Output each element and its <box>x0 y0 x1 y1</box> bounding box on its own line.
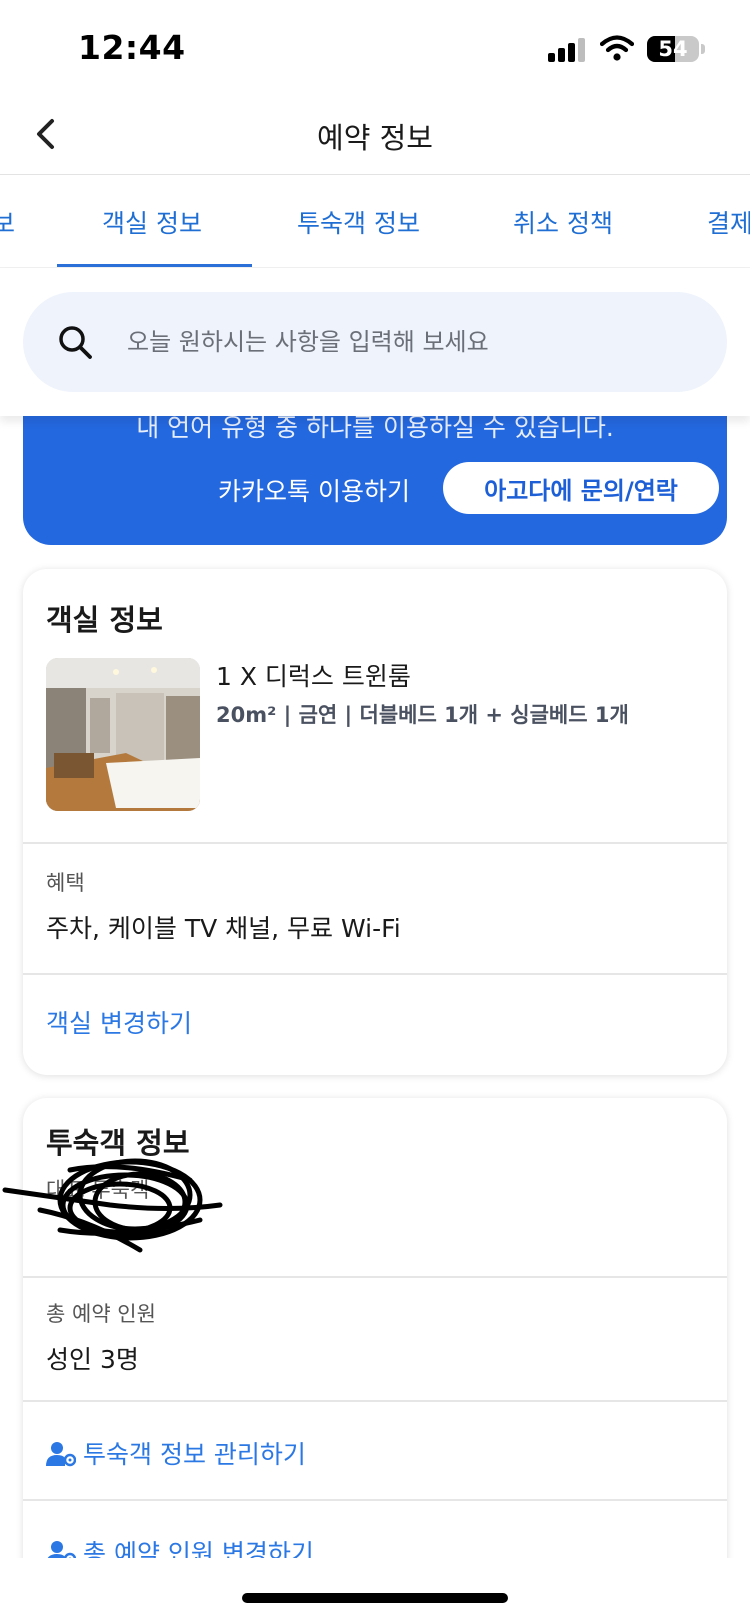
cellular-signal-icon <box>548 38 588 62</box>
home-indicator[interactable] <box>242 1593 508 1603</box>
benefit-label: 혜택 <box>46 871 85 895</box>
page-title: 예약 정보 <box>317 121 433 155</box>
divider <box>23 1276 727 1278</box>
room-info-card: 객실 정보 1 X 디럭스 트윈룸 20m² | 금연 | 더블베드 1개 + … <box>23 569 727 1075</box>
search-bar-container <box>0 268 750 416</box>
battery-level: 54 <box>658 37 688 61</box>
change-room-link[interactable]: 객실 변경하기 <box>46 1004 192 1040</box>
divider <box>23 842 727 844</box>
divider <box>23 973 727 975</box>
search-box[interactable] <box>23 292 727 392</box>
room-detail: 20m² | 금연 | 더블베드 1개 + 싱글베드 1개 <box>216 703 629 727</box>
contact-agoda-button[interactable]: 아고다에 문의/연락 <box>443 462 719 514</box>
room-photo[interactable] <box>46 658 200 811</box>
redaction-scribble <box>2 1158 223 1253</box>
active-tab-indicator <box>57 264 252 267</box>
wifi-icon <box>600 35 634 61</box>
tab-room-info[interactable]: 객실 정보 <box>102 204 202 240</box>
status-bar: 12:44 54 <box>0 0 750 95</box>
tab-booking-summary[interactable]: 보 <box>0 204 15 240</box>
tab-cancellation-policy[interactable]: 취소 정책 <box>513 204 613 240</box>
divider <box>23 1400 727 1402</box>
tab-payment[interactable]: 결제 <box>707 204 750 240</box>
room-card-title: 객실 정보 <box>46 603 163 637</box>
room-photo-image <box>46 658 200 811</box>
benefit-list: 주차, 케이블 TV 채널, 무료 Wi-Fi <box>46 914 401 943</box>
battery-tip <box>701 44 705 54</box>
total-guests-value: 성인 3명 <box>46 1345 139 1374</box>
section-tabs: 보 객실 정보 투숙객 정보 취소 정책 결제 <box>0 176 750 268</box>
kakaotalk-link[interactable]: 카카오톡 이용하기 <box>218 472 410 508</box>
total-guests-label: 총 예약 인원 <box>46 1302 156 1326</box>
person-gear-icon <box>46 1442 76 1467</box>
status-time: 12:44 <box>78 28 186 67</box>
search-input[interactable] <box>127 318 687 366</box>
nav-header: 예약 정보 <box>0 95 750 175</box>
tab-guest-info[interactable]: 투숙객 정보 <box>297 204 420 240</box>
manage-guest-info-link[interactable]: 투숙객 정보 관리하기 <box>83 1435 306 1471</box>
room-name: 1 X 디럭스 트윈룸 <box>216 662 411 691</box>
search-icon <box>59 326 92 359</box>
divider <box>23 1499 727 1501</box>
bottom-safe-area <box>0 1558 750 1623</box>
battery-icon: 54 <box>647 36 699 62</box>
